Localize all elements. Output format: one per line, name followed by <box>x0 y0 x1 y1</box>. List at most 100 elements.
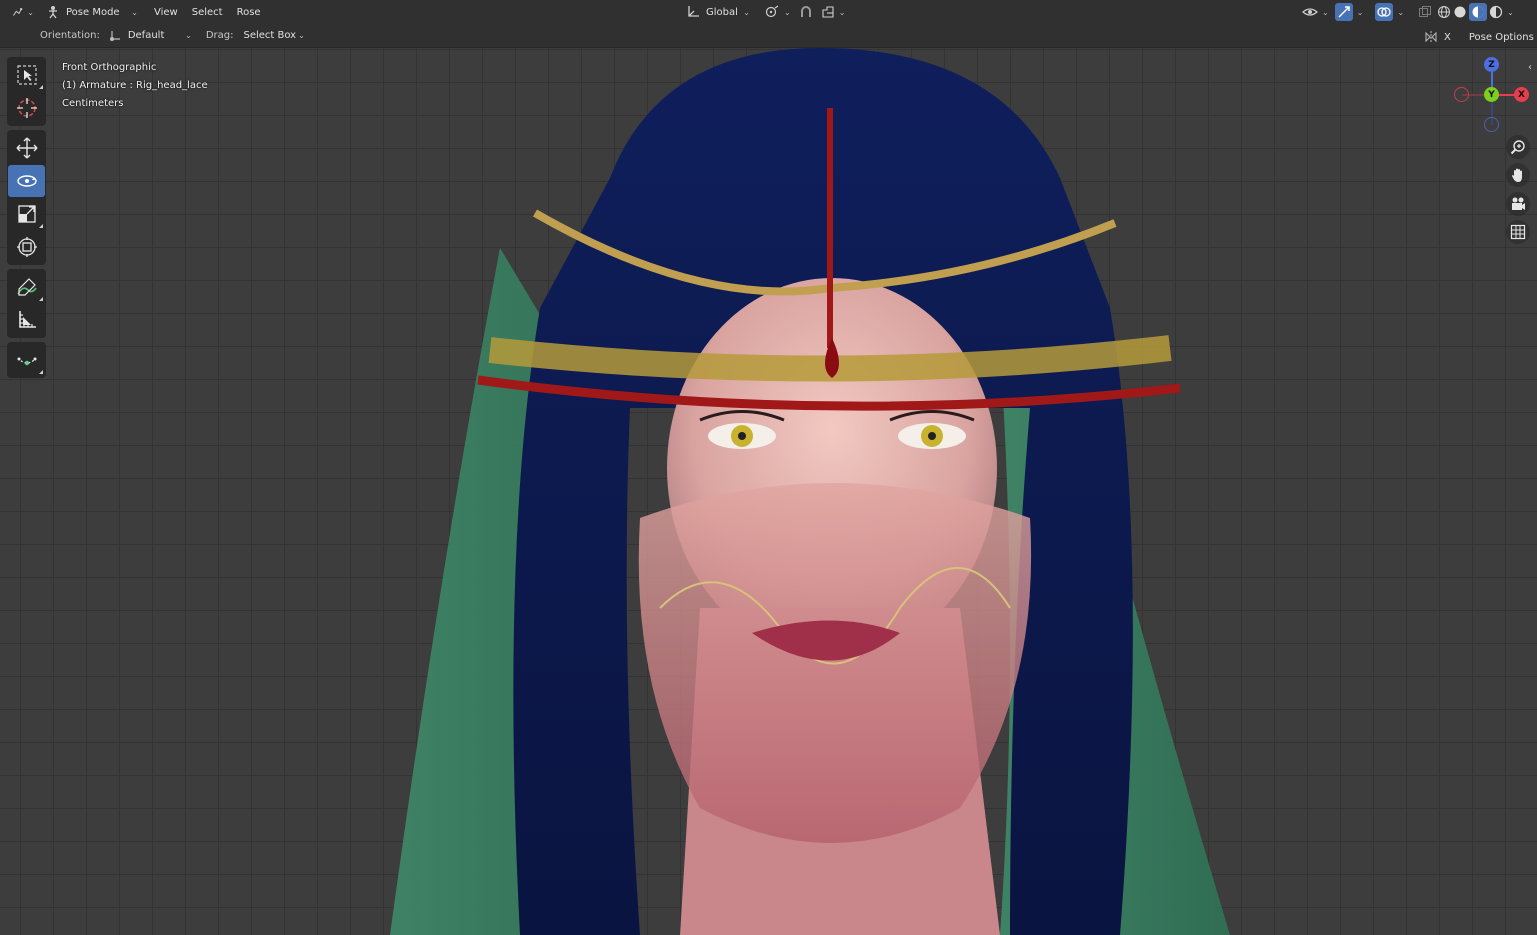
scale-icon <box>17 205 36 223</box>
transform-orientation-dropdown[interactable]: Global ⌄ <box>682 2 754 22</box>
shading-material[interactable] <box>1468 2 1488 22</box>
snap-increment-icon <box>822 6 834 18</box>
chevron-down-icon: ⌄ <box>185 31 192 40</box>
armature-editor-icon <box>13 8 23 16</box>
view-name: Front Orthographic <box>62 62 157 73</box>
chevron-down-icon: ⌄ <box>298 31 305 40</box>
orientation-value: Default <box>127 30 165 41</box>
pose-options-group: X Pose Options ⌄ <box>1420 27 1537 47</box>
pan-hand-icon <box>1512 168 1522 182</box>
gizmo-icon <box>1334 3 1353 21</box>
sidebar-toggle-icon[interactable]: ‹ <box>1528 62 1532 73</box>
snap-toggle[interactable] <box>795 2 817 22</box>
camera-view-button[interactable] <box>1506 192 1530 216</box>
gizmo-neg-z-axis[interactable] <box>1484 117 1499 132</box>
x-mirror-toggle[interactable]: X <box>1420 27 1455 47</box>
tool-options-corner <box>39 85 43 89</box>
overlay-controls: ⌄ ⌄ ⌄ ⌄ <box>1298 2 1515 22</box>
menu-view[interactable]: View <box>150 2 182 22</box>
character-render <box>390 48 1230 935</box>
tool-group-select <box>7 57 46 126</box>
measure-tool[interactable] <box>8 304 45 336</box>
drag-label: Drag: <box>205 30 234 41</box>
tool-options-corner <box>39 297 43 301</box>
shading-wireframe[interactable] <box>1436 2 1452 22</box>
orientation-axes-icon <box>688 6 699 17</box>
unit-system: Centimeters <box>62 98 124 109</box>
drag-dropdown[interactable]: Select Box ⌄ <box>239 26 308 46</box>
pose-options-dropdown[interactable]: Pose Options ⌄ <box>1465 27 1537 47</box>
select-box-icon <box>16 65 37 85</box>
drag-value: Select Box <box>243 30 297 41</box>
x-mirror-label: X <box>1444 31 1451 43</box>
orientation-gimbal-icon <box>109 30 120 41</box>
xray-toggle[interactable] <box>1414 2 1436 22</box>
scale-tool[interactable] <box>8 198 45 230</box>
measure-icon <box>18 311 36 328</box>
pivot-icon <box>765 5 779 18</box>
viewport-header: ⌄ Pose Mode ⌄ View Select Rose Global ⌄ <box>0 0 1537 24</box>
gizmo-neg-x-axis[interactable] <box>1454 87 1469 102</box>
relax-pose-tool[interactable] <box>8 344 45 376</box>
overlays-icon <box>1375 3 1394 21</box>
chevron-down-icon: ⌄ <box>1322 7 1329 17</box>
visibility-dropdown[interactable]: ⌄ <box>1298 2 1333 22</box>
shading-rendered[interactable]: ⌄ <box>1488 2 1515 22</box>
object-info: (1) Armature : Rig_head_lace <box>62 80 208 91</box>
orientation-dropdown[interactable]: Default ⌄ <box>104 26 196 46</box>
gizmo-z-axis[interactable]: Z <box>1484 57 1499 72</box>
menu-select[interactable]: Select <box>188 2 227 22</box>
material-sphere-icon <box>1469 3 1488 21</box>
mode-label: Pose Mode <box>66 6 120 18</box>
transform-tool[interactable] <box>8 231 45 263</box>
gizmo-y-axis[interactable]: Y <box>1484 87 1499 102</box>
viewport-info: Front Orthographic (1) Armature : Rig_he… <box>62 59 208 113</box>
pose-mode-icon <box>49 6 57 19</box>
blender-window: ⌄ Pose Mode ⌄ View Select Rose Global ⌄ <box>0 0 1537 935</box>
annotate-icon <box>16 278 37 296</box>
navigation-gizmo[interactable]: Z Y X <box>1447 54 1537 134</box>
move-icon <box>16 137 37 159</box>
transform-controls: Global ⌄ ⌄ ⌄ <box>682 2 849 22</box>
gizmo-toggle[interactable]: ⌄ <box>1333 2 1366 22</box>
select-box-tool[interactable] <box>8 59 45 91</box>
chevron-down-icon: ⌄ <box>27 7 34 17</box>
orientation-label: Orientation: <box>40 30 100 41</box>
menu-pose[interactable]: Rose <box>233 2 265 22</box>
rotate-icon <box>16 175 37 187</box>
cursor-tool[interactable] <box>8 92 45 124</box>
relax-pose-icon <box>17 357 36 366</box>
tool-group-transform <box>7 130 46 265</box>
chevron-down-icon: ⌄ <box>1356 7 1364 17</box>
gizmo-x-axis[interactable]: X <box>1514 87 1529 102</box>
xray-icon <box>1419 6 1432 17</box>
wireframe-sphere-icon <box>1438 6 1451 18</box>
pose-options-label: Pose Options <box>1468 31 1534 43</box>
cursor-icon <box>16 98 37 118</box>
pan-button[interactable] <box>1506 163 1530 187</box>
3d-viewport[interactable]: Front Orthographic (1) Armature : Rig_he… <box>0 48 1537 935</box>
overlays-toggle[interactable]: ⌄ <box>1373 2 1406 22</box>
perspective-toggle-button[interactable] <box>1506 220 1530 244</box>
snap-target-dropdown[interactable]: ⌄ <box>817 2 850 22</box>
chevron-down-icon: ⌄ <box>838 7 846 17</box>
pivot-point-dropdown[interactable]: ⌄ <box>760 2 795 22</box>
solid-sphere-icon <box>1454 6 1466 18</box>
rotate-tool[interactable] <box>8 165 45 197</box>
tool-group-annotate <box>7 269 46 338</box>
transform-icon <box>16 237 37 257</box>
chevron-down-icon: ⌄ <box>1507 7 1514 17</box>
chevron-down-icon: ⌄ <box>131 7 138 17</box>
zoom-button[interactable] <box>1506 135 1530 159</box>
mode-dropdown[interactable]: Pose Mode ⌄ <box>42 2 142 22</box>
tool-shelf <box>7 57 46 382</box>
annotate-tool[interactable] <box>8 271 45 303</box>
tool-settings-bar: Orientation: Default ⌄ Drag: Select Box … <box>0 24 1537 48</box>
shading-solid[interactable] <box>1452 2 1468 22</box>
mirror-icon <box>1425 31 1437 43</box>
editor-type-dropdown[interactable]: ⌄ <box>0 2 38 22</box>
selectability-visibility-icon <box>1302 8 1318 16</box>
chevron-down-icon: ⌄ <box>743 7 750 17</box>
rendered-sphere-icon <box>1490 5 1503 19</box>
move-tool[interactable] <box>8 132 45 164</box>
